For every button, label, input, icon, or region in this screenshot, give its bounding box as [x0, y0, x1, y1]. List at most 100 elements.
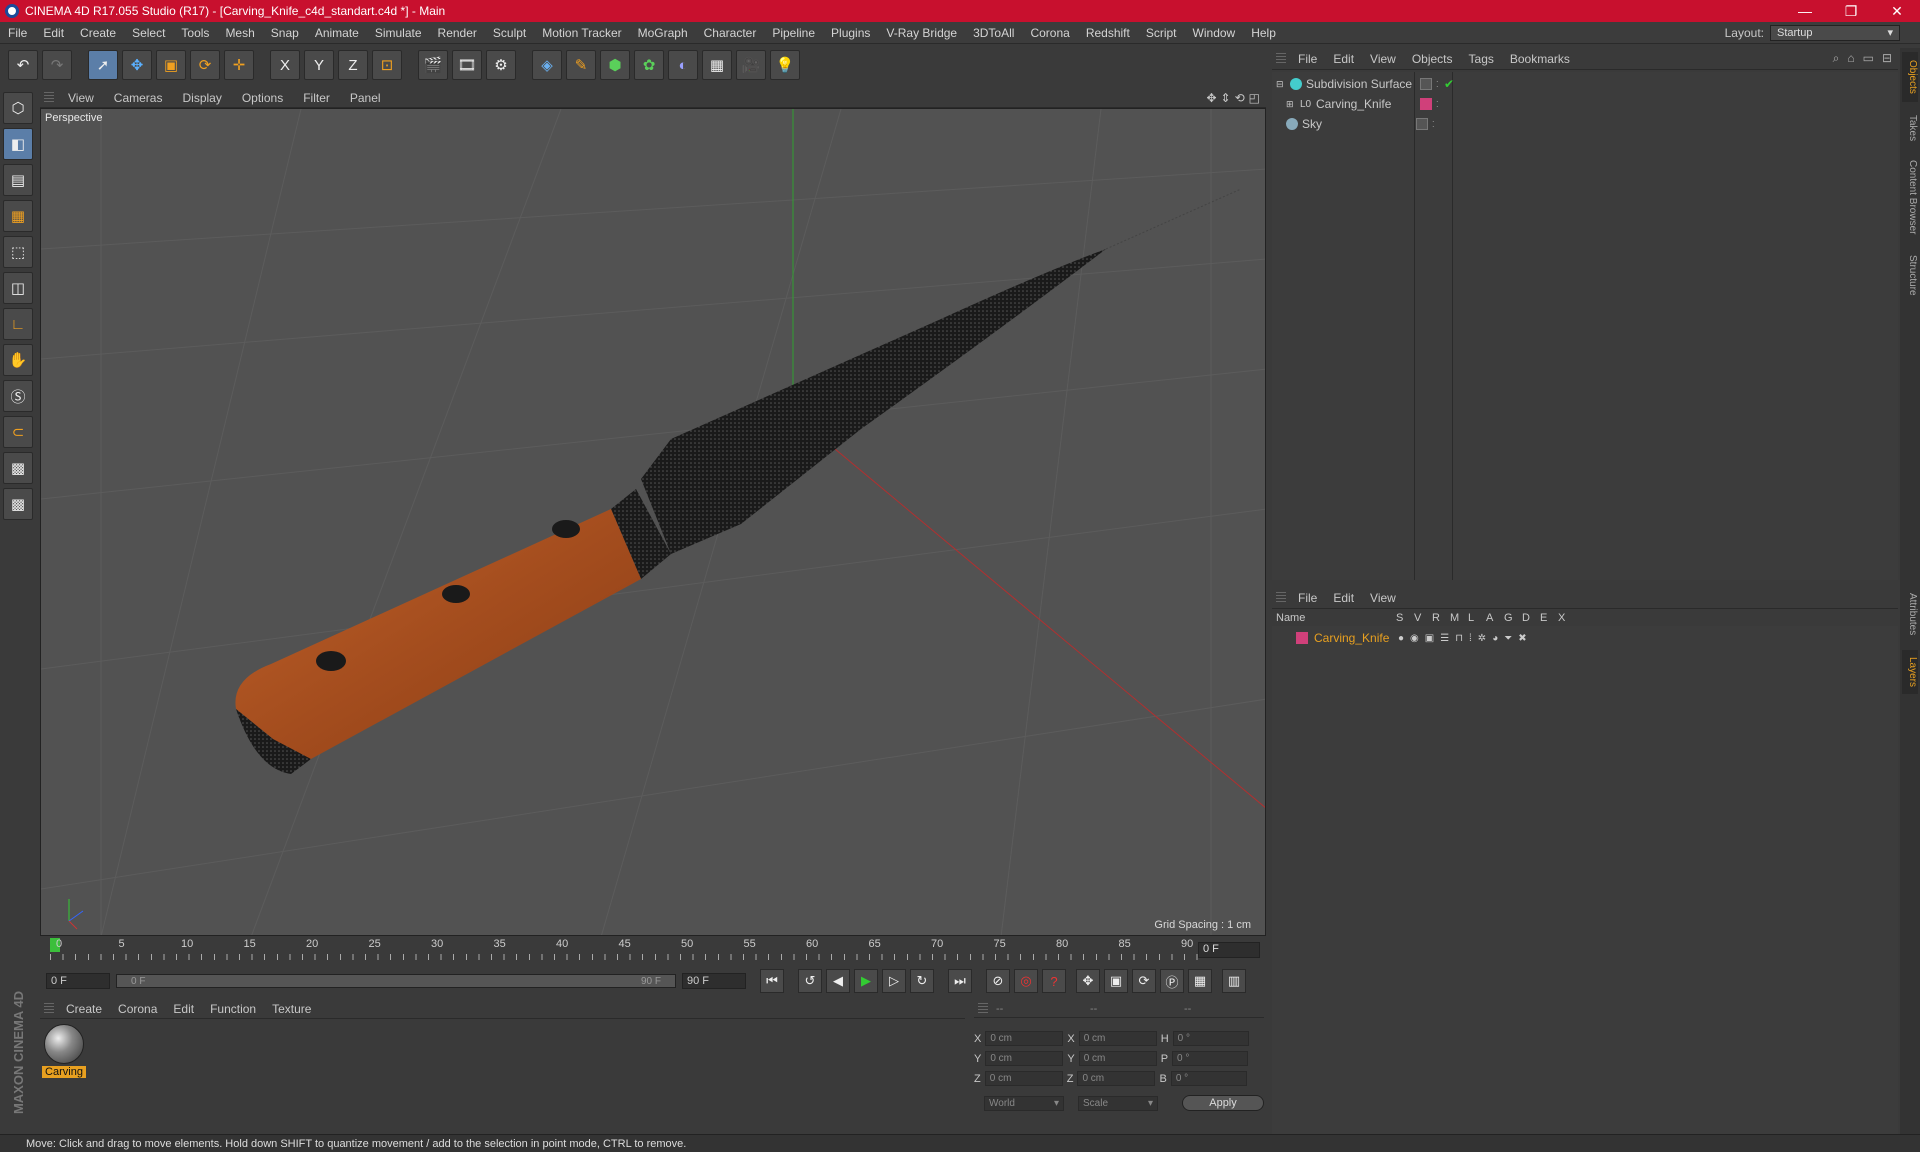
object-menu-tags[interactable]: Tags [1461, 52, 1502, 66]
apply-button[interactable]: Apply [1182, 1095, 1264, 1111]
object-menu-bookmarks[interactable]: Bookmarks [1502, 52, 1578, 66]
layer-col-generators[interactable]: G [1504, 612, 1522, 624]
edges-mode-icon[interactable]: ⬚ [3, 236, 33, 268]
object-row-carving-knife[interactable]: ⊞ L0 Carving_Knife ⁚ [1272, 94, 1898, 114]
autokey-icon[interactable]: ◎ [1014, 969, 1038, 993]
y-axis-icon[interactable]: Y [304, 50, 334, 80]
key-position-icon[interactable]: ✥ [1076, 969, 1100, 993]
collapse-icon[interactable]: ⊟ [1276, 79, 1286, 90]
visible-toggle-icon[interactable]: ◉ [1410, 633, 1419, 644]
coord-size-z[interactable]: 0 cm [1077, 1071, 1156, 1086]
object-menu-objects[interactable]: Objects [1404, 52, 1461, 66]
timeline-window-icon[interactable]: ▥ [1222, 969, 1246, 993]
menu-help[interactable]: Help [1243, 26, 1284, 40]
tab-takes[interactable]: Takes [1902, 108, 1918, 148]
editor-visibility-icon[interactable] [1420, 78, 1432, 90]
layer-col-render[interactable]: R [1432, 612, 1450, 624]
key-rotation-icon[interactable]: ⟳ [1132, 969, 1156, 993]
coord-size-x[interactable]: 0 cm [1078, 1031, 1157, 1046]
frame-range-slider[interactable]: 0 F 90 F [116, 974, 676, 988]
panel-grip[interactable] [44, 91, 54, 104]
render-dots-icon[interactable]: ⁚ [1436, 80, 1442, 89]
pan-icon[interactable]: ✥ [1206, 91, 1216, 105]
menu-3dtoall[interactable]: 3DToAll [965, 26, 1022, 40]
menu-sculpt[interactable]: Sculpt [485, 26, 534, 40]
pen-icon[interactable]: ✎ [566, 50, 596, 80]
tab-structure[interactable]: Structure [1902, 246, 1918, 304]
expression-toggle-icon[interactable]: ⏷ [1504, 633, 1512, 644]
perspective-viewport[interactable]: Perspective Grid Spacing : 1 cm [40, 108, 1266, 936]
layout-dropdown[interactable]: Startup ▾ [1770, 24, 1900, 41]
panel-grip[interactable] [978, 1003, 988, 1015]
menu-vray-bridge[interactable]: V-Ray Bridge [878, 26, 965, 40]
dolly-icon[interactable]: ⇕ [1221, 91, 1231, 105]
layer-col-visible[interactable]: V [1414, 612, 1432, 624]
manager-toggle-icon[interactable]: ☰ [1440, 633, 1449, 644]
move-icon[interactable]: ✥ [122, 50, 152, 80]
viewport-menu-display[interactable]: Display [172, 91, 231, 105]
object-row-subdivision-surface[interactable]: ⊟ Subdivision Surface ⁚ ✔ [1272, 74, 1898, 94]
key-pla-icon[interactable]: ▦ [1188, 969, 1212, 993]
minimize-icon[interactable]: — [1782, 3, 1828, 20]
maximize-view-icon[interactable]: ◰ [1249, 91, 1260, 105]
object-menu-view[interactable]: View [1362, 52, 1404, 66]
layer-color-swatch[interactable] [1296, 632, 1308, 644]
timeline[interactable]: 0 5 10 15 20 25 30 35 40 45 50 55 60 65 70 75 80 85 90 0 F [40, 938, 1266, 962]
scale-icon[interactable]: ▣ [156, 50, 186, 80]
coord-mode-dropdown[interactable]: Scale ▾ [1078, 1095, 1158, 1111]
menu-snap[interactable]: Snap [263, 26, 307, 40]
coord-pos-y[interactable]: 0 cm [985, 1051, 1064, 1066]
render-dots-icon[interactable]: ⁚ [1436, 100, 1442, 109]
cube-icon[interactable]: ◈ [532, 50, 562, 80]
menu-motion-tracker[interactable]: Motion Tracker [534, 26, 629, 40]
go-to-start-icon[interactable]: ⏮ [760, 969, 784, 993]
rotate-icon[interactable]: ⟳ [190, 50, 220, 80]
move-tool-icon[interactable]: ✛ [224, 50, 254, 80]
render-settings-icon[interactable]: ⚙ [486, 50, 516, 80]
orbit-icon[interactable]: ⟲ [1235, 91, 1245, 105]
play-icon[interactable]: ▶ [854, 969, 878, 993]
home-icon[interactable]: ⌂ [1847, 51, 1854, 66]
coord-space-dropdown[interactable]: World ▾ [984, 1095, 1064, 1111]
coord-rot-p[interactable]: 0 ° [1172, 1051, 1249, 1066]
menu-render[interactable]: Render [430, 26, 485, 40]
menu-mograph[interactable]: MoGraph [630, 26, 696, 40]
x-axis-icon[interactable]: X [270, 50, 300, 80]
layer-col-deformers[interactable]: D [1522, 612, 1540, 624]
object-name[interactable]: Subdivision Surface [1306, 77, 1414, 91]
previous-frame-icon[interactable]: ◀ [826, 969, 850, 993]
next-frame-icon[interactable]: ▷ [882, 969, 906, 993]
deformer-icon[interactable]: ◐ [668, 50, 698, 80]
array-icon[interactable]: ✿ [634, 50, 664, 80]
object-menu-file[interactable]: File [1290, 52, 1325, 66]
material-swatch[interactable]: Carving [42, 1022, 86, 1080]
viewport-menu-options[interactable]: Options [232, 91, 293, 105]
search-icon[interactable]: ⌕ [1833, 51, 1840, 66]
tab-layers[interactable]: Layers [1902, 650, 1918, 694]
menu-animate[interactable]: Animate [307, 26, 367, 40]
menu-plugins[interactable]: Plugins [823, 26, 878, 40]
menu-create[interactable]: Create [72, 26, 124, 40]
enabled-check[interactable]: ✔ [1444, 77, 1454, 91]
layer-menu-view[interactable]: View [1362, 591, 1404, 605]
object-menu-edit[interactable]: Edit [1325, 52, 1362, 66]
layer-col-xref[interactable]: X [1558, 612, 1576, 624]
material-menu-texture[interactable]: Texture [264, 1002, 319, 1016]
menu-edit[interactable]: Edit [35, 26, 72, 40]
coord-rot-b[interactable]: 0 ° [1170, 1071, 1247, 1086]
layer-col-expressions[interactable]: E [1540, 612, 1558, 624]
layer-col-animation[interactable]: A [1486, 612, 1504, 624]
material-menu-corona[interactable]: Corona [110, 1002, 165, 1016]
object-row-sky[interactable]: Sky ⁚ [1272, 114, 1898, 134]
menu-mesh[interactable]: Mesh [217, 26, 262, 40]
redo-icon[interactable]: ↷ [42, 50, 72, 80]
layer-row-carving-knife[interactable]: Carving_Knife ● ◉ ▣ ☰ ⊓ ⁞ ✲ ◕ ⏷ ✖ [1272, 628, 1898, 648]
record-keys-icon[interactable]: ⊘ [986, 969, 1010, 993]
menu-window[interactable]: Window [1185, 26, 1244, 40]
deformer-toggle-icon[interactable]: ◕ [1492, 633, 1498, 644]
menu-script[interactable]: Script [1138, 26, 1185, 40]
expand-icon[interactable]: ⊟ [1882, 51, 1892, 66]
select-icon[interactable]: ➚ [88, 50, 118, 80]
magnet-icon[interactable]: ⊂ [3, 416, 33, 448]
object-name[interactable]: Sky [1302, 117, 1410, 131]
